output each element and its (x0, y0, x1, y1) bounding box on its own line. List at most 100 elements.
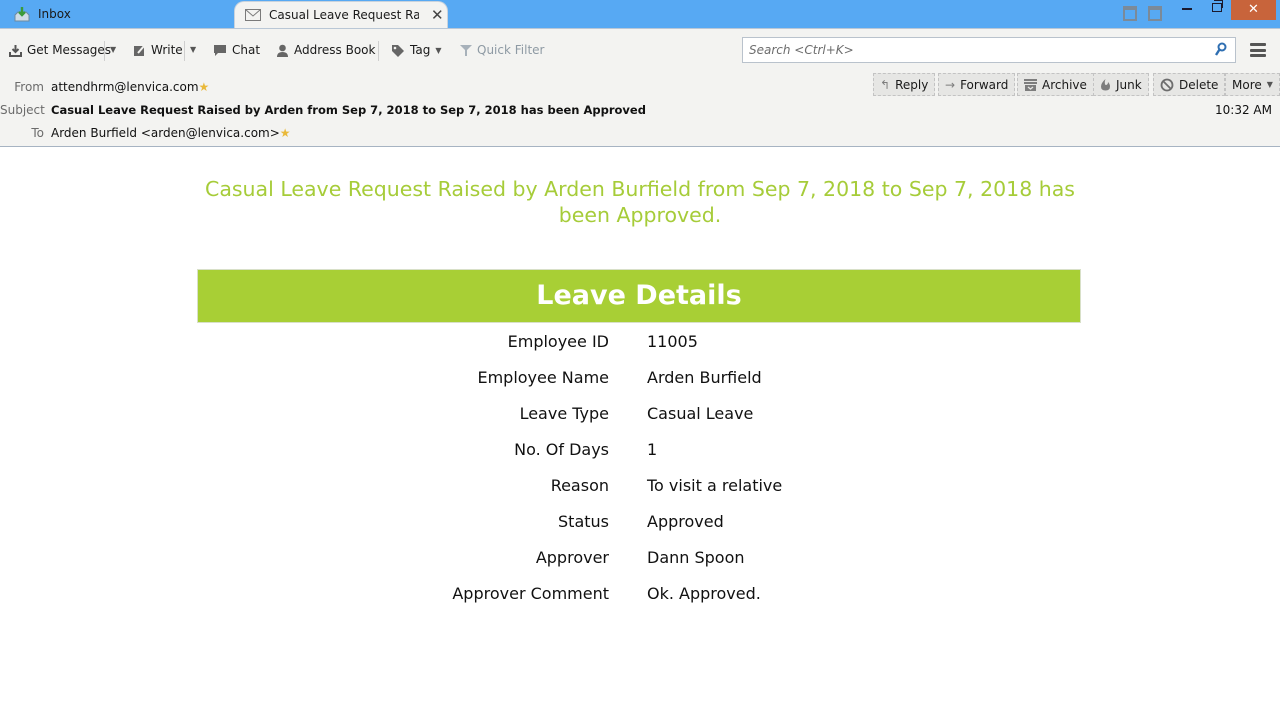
download-icon (9, 44, 22, 57)
star-icon[interactable]: ★ (280, 126, 291, 140)
get-messages-button[interactable]: Get Messages (9, 41, 111, 59)
more-label: More (1232, 77, 1262, 92)
tag-icon (392, 44, 404, 57)
detail-value: 11005 (647, 331, 698, 351)
detail-row: Approver Dann Spoon (197, 539, 1081, 575)
archive-label: Archive (1042, 77, 1087, 92)
detail-label: Employee Name (477, 367, 609, 387)
forward-label: Forward (960, 77, 1009, 92)
chat-button[interactable]: Chat (213, 41, 260, 59)
quick-filter-label: Quick Filter (477, 43, 545, 57)
tab-message[interactable]: Casual Leave Request Rais... ✕ (234, 1, 448, 28)
reply-label: Reply (895, 77, 929, 92)
more-dropdown-arrow: ▼ (1266, 80, 1273, 89)
calendar-icon[interactable] (1123, 6, 1137, 21)
email-heading: Casual Leave Request Raised by Arden Bur… (205, 177, 1075, 227)
inbox-icon (14, 7, 30, 22)
address-book-label: Address Book (294, 43, 376, 57)
to-label: To (31, 126, 44, 140)
reply-button[interactable]: ↰ Reply (873, 73, 936, 96)
detail-value: Dann Spoon (647, 547, 745, 567)
separator (378, 41, 379, 61)
detail-label: Status (558, 511, 609, 531)
tab-inbox[interactable]: Inbox (14, 3, 71, 25)
detail-row: No. Of Days 1 (197, 431, 1081, 467)
write-button[interactable]: Write (133, 41, 183, 59)
separator (104, 41, 105, 61)
junk-button[interactable]: Junk (1093, 73, 1149, 96)
restore-button[interactable] (1212, 0, 1223, 12)
tag-dropdown-arrow: ▼ (435, 45, 442, 55)
get-messages-label: Get Messages (27, 43, 112, 57)
detail-label: Reason (550, 475, 609, 495)
more-button[interactable]: More ▼ (1225, 73, 1280, 96)
detail-row: Status Approved (197, 503, 1081, 539)
get-messages-dropdown[interactable]: ▼ (110, 41, 116, 59)
leave-details-table: Employee ID 11005 Employee Name Arden Burfi… (197, 323, 1081, 611)
chat-icon (214, 44, 226, 56)
from-label: From (14, 80, 44, 94)
detail-row: Leave Type Casual Leave (197, 395, 1081, 431)
subject-value: Casual Leave Request Raised by Arden fro… (51, 103, 646, 117)
tag-label: Tag (410, 43, 431, 57)
detail-label: Approver Comment (452, 583, 609, 603)
search-icon[interactable] (1215, 42, 1227, 58)
address-book-button[interactable]: Address Book (276, 41, 375, 59)
tab-close-icon[interactable]: ✕ (431, 6, 444, 24)
quick-filter-button[interactable]: Quick Filter (460, 41, 544, 59)
delete-button[interactable]: Delete (1153, 73, 1226, 96)
separator (184, 41, 185, 61)
forward-icon: → (945, 77, 956, 92)
detail-row: Employee ID 11005 (197, 323, 1081, 359)
detail-row: Reason To visit a relative (197, 467, 1081, 503)
pencil-icon (134, 44, 145, 56)
delete-icon (1160, 78, 1174, 91)
detail-value: To visit a relative (647, 475, 783, 495)
detail-value: Approved (647, 511, 724, 531)
detail-label: Employee ID (507, 331, 609, 351)
subject-row: Subject Casual Leave Request Raised by A… (0, 103, 646, 117)
detail-value: Arden Burfield (647, 367, 762, 387)
title-bar: Inbox Casual Leave Request Rais... ✕ ✕ (0, 0, 1280, 28)
detail-value: 1 (647, 439, 658, 459)
subject-label: Subject (0, 103, 45, 117)
delete-label: Delete (1179, 77, 1219, 92)
message-header: From attendhrm@lenvica.com ★ Subject Cas… (0, 70, 1280, 147)
archive-button[interactable]: Archive (1017, 73, 1094, 96)
detail-label: Leave Type (519, 403, 609, 423)
minimize-button[interactable] (1182, 8, 1192, 10)
to-value[interactable]: Arden Burfield <arden@lenvica.com> (51, 126, 280, 140)
chat-label: Chat (232, 43, 261, 57)
tab-inbox-label: Inbox (38, 7, 71, 21)
detail-value: Ok. Approved. (647, 583, 761, 603)
junk-flame-icon (1101, 79, 1110, 91)
write-dropdown[interactable]: ▼ (190, 41, 196, 59)
tag-button[interactable]: Tag ▼ (391, 41, 441, 59)
main-toolbar: Get Messages ▼ Write ▼ Chat Address Book… (0, 28, 1280, 70)
detail-row: Approver Comment Ok. Approved. (197, 575, 1081, 611)
from-row: From attendhrm@lenvica.com ★ (0, 80, 209, 94)
junk-label: Junk (1116, 77, 1142, 92)
reply-icon: ↰ (880, 77, 891, 92)
from-value[interactable]: attendhrm@lenvica.com (51, 80, 199, 94)
star-icon[interactable]: ★ (199, 80, 210, 94)
leave-details-banner: Leave Details (197, 269, 1081, 323)
write-label: Write (151, 43, 183, 57)
search-input[interactable] (743, 38, 1203, 62)
detail-label: No. Of Days (514, 439, 609, 459)
detail-label: Approver (535, 547, 609, 567)
hamburger-menu-icon[interactable] (1250, 43, 1266, 57)
search-field[interactable] (742, 37, 1236, 63)
person-icon (277, 44, 288, 57)
detail-row: Employee Name Arden Burfield (197, 359, 1081, 395)
archive-icon (1024, 78, 1037, 91)
envelope-icon (245, 9, 261, 21)
to-row: To Arden Burfield <arden@lenvica.com> ★ (0, 126, 291, 140)
message-time: 10:32 AM (1215, 103, 1272, 117)
tab-message-label: Casual Leave Request Rais... (269, 8, 419, 22)
forward-button[interactable]: → Forward (938, 73, 1016, 96)
tasks-icon[interactable] (1148, 6, 1162, 21)
detail-value: Casual Leave (647, 403, 754, 423)
close-window-button[interactable]: ✕ (1231, 0, 1276, 20)
filter-icon (460, 44, 472, 56)
